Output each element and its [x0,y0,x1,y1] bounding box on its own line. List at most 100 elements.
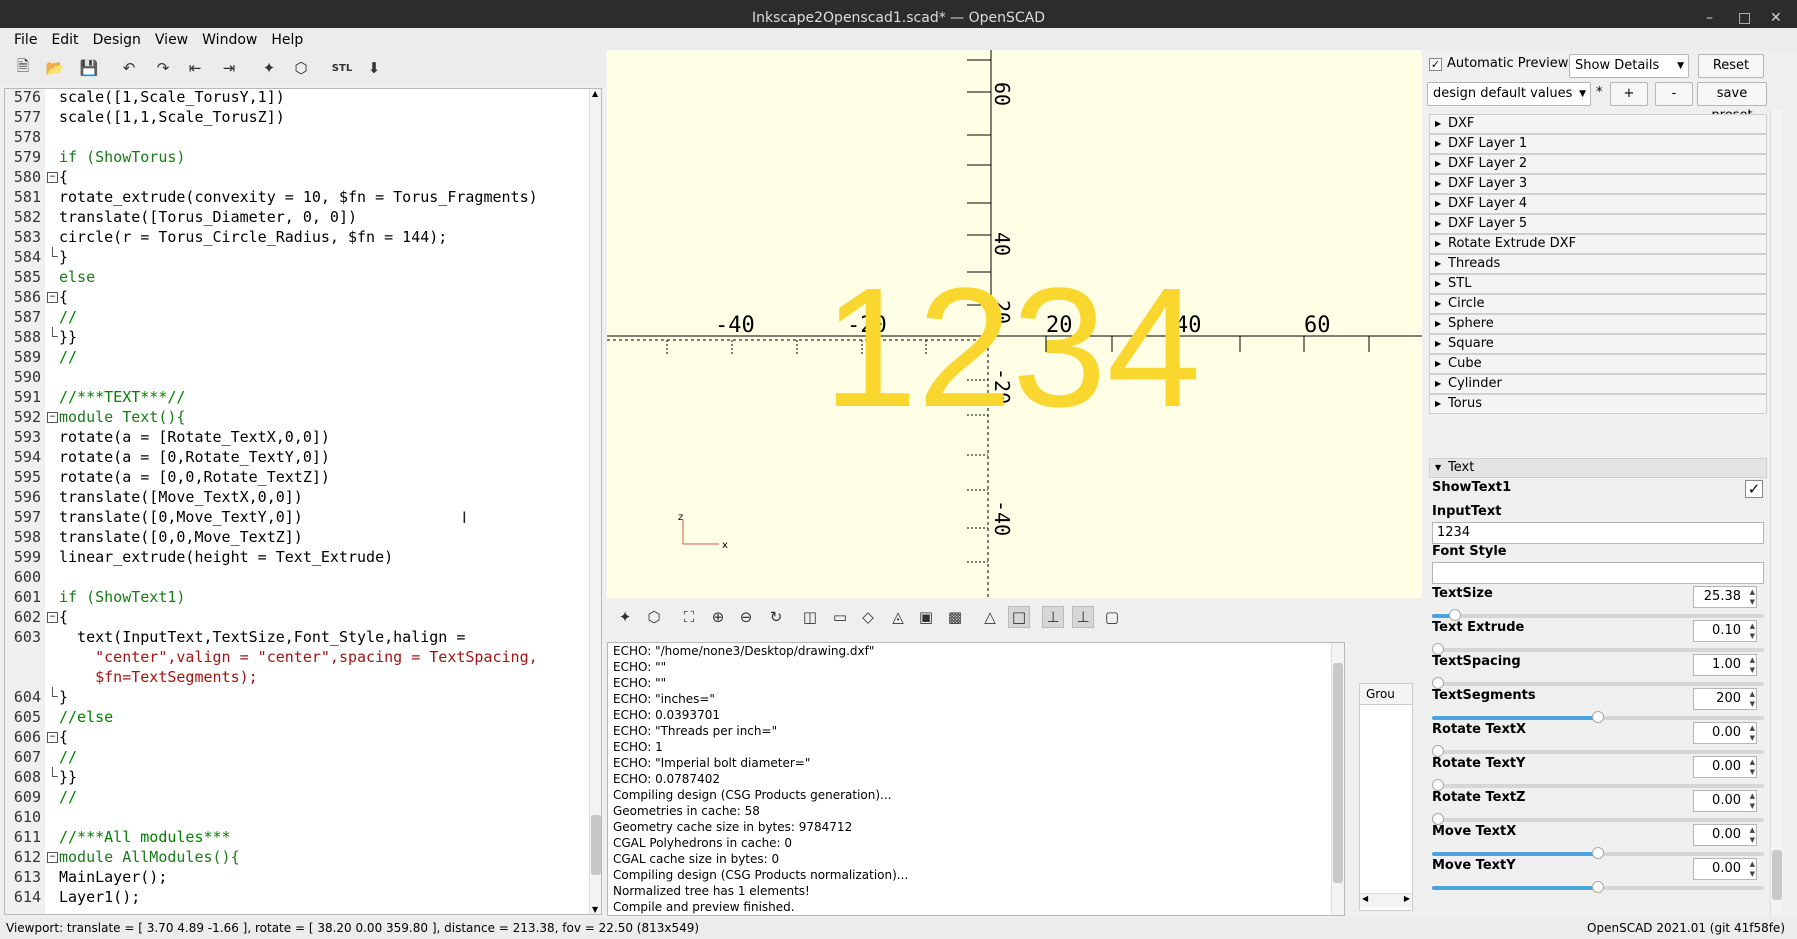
code-editor[interactable]: 576 scale([1,Scale_TorusY,1]) 577 scale([1,… [4,88,602,915]
font-style-field[interactable] [1432,562,1764,584]
param-slider[interactable] [1432,881,1764,893]
code-line[interactable]: 614 Layer1(); [5,887,580,907]
code-line[interactable]: 593 rotate(a = [Rotate_TextX,0,0]) [5,427,580,447]
param-spinbox[interactable]: 0.00 ▲ ▼ [1693,824,1757,846]
reset-view-icon[interactable]: ↻ [765,606,787,628]
group-text[interactable]: ▼ Text [1429,458,1767,478]
view-front-icon[interactable]: ▣ [915,606,937,628]
view-back-icon[interactable]: ▩ [944,606,966,628]
param-spinbox[interactable]: 200 ▲ ▼ [1693,688,1757,710]
show-details-select[interactable]: Show Details ▼ [1569,54,1689,78]
group-dxf-layer-2[interactable]: ▶ DXF Layer 2 [1429,154,1767,174]
param-slider[interactable] [1432,643,1764,655]
show-axes-icon[interactable]: ⊥ [1042,606,1064,628]
customizer-scrollbar[interactable] [1770,110,1783,916]
slider-handle[interactable] [1592,711,1604,723]
view-right-icon[interactable]: ◫ [799,606,821,628]
code-line[interactable]: 577 scale([1,1,Scale_TorusZ]) [5,107,580,127]
code-line[interactable]: 611 //***All modules*** [5,827,580,847]
spin-arrows-icon[interactable]: ▲ ▼ [1750,723,1755,743]
spin-arrows-icon[interactable]: ▲ ▼ [1750,825,1755,845]
code-line[interactable]: 612− module AllModules(){ [5,847,580,867]
code-line[interactable]: 587 // [5,307,580,327]
param-spinbox[interactable]: 1.00 ▲ ▼ [1693,654,1757,676]
group-cube[interactable]: ▶ Cube [1429,354,1767,374]
group-torus[interactable]: ▶ Torus [1429,394,1767,414]
console-scrollbar[interactable] [1331,643,1344,915]
param-spinbox[interactable]: 0.00 ▲ ▼ [1693,790,1757,812]
code-line[interactable]: 578 [5,127,580,147]
code-line[interactable]: 602−{ [5,607,580,627]
scroll-up-icon[interactable]: ▲ [592,89,598,98]
perspective-icon[interactable]: △ [979,606,1001,628]
code-line[interactable]: 599 linear_extrude(height = Text_Extrude) [5,547,580,567]
param-slider[interactable] [1432,745,1764,757]
spin-arrows-icon[interactable]: ▲ ▼ [1750,655,1755,675]
group-dxf[interactable]: ▶ DXF [1429,114,1767,134]
group-rotate-extrude-dxf[interactable]: ▶ Rotate Extrude DXF [1429,234,1767,254]
zoom-in-icon[interactable]: ⊕ [707,606,729,628]
param-slider[interactable] [1432,609,1764,621]
send-to-print-icon[interactable]: ⬇ [362,56,386,80]
view-bottom-icon[interactable]: ◇ [857,606,879,628]
view-top-icon[interactable]: ▭ [829,606,851,628]
code-line[interactable]: 613 MainLayer(); [5,867,580,887]
code-line[interactable]: 600 [5,567,580,587]
view-left-icon[interactable]: ◬ [887,606,909,628]
unindent-icon[interactable]: ⇤ [183,56,207,80]
save-icon[interactable]: 💾 [77,56,101,80]
code-line[interactable]: 597 translate([0,Move_TextY,0]) [5,507,580,527]
group-stl[interactable]: ▶ STL [1429,274,1767,294]
group-panel-scrollbar[interactable]: ◀ ▶ [1360,893,1412,907]
save-preset-button[interactable]: save preset [1697,82,1767,123]
fold-toggle-icon[interactable]: − [47,612,58,623]
fold-toggle-icon[interactable]: − [47,852,58,863]
param-spinbox[interactable]: 0.00 ▲ ▼ [1693,756,1757,778]
code-line[interactable]: $fn=TextSegments); [5,667,580,687]
code-line[interactable]: 596 translate([Move_TextX,0,0]) [5,487,580,507]
open-file-icon[interactable]: 📂 [43,56,67,80]
group-circle[interactable]: ▶ Circle [1429,294,1767,314]
spin-arrows-icon[interactable]: ▲ ▼ [1750,587,1755,607]
param-slider[interactable] [1432,847,1764,859]
group-panel-header[interactable]: Grou [1359,683,1413,705]
menu-view[interactable]: View [155,28,188,52]
render-icon[interactable]: ⬡ [289,56,313,80]
code-line[interactable]: 590 [5,367,580,387]
new-file-icon[interactable]: 🗎 [11,56,35,80]
customizer-scroll-thumb[interactable] [1772,850,1782,900]
code-line[interactable]: 592− module Text(){ [5,407,580,427]
param-spinbox[interactable]: 0.10 ▲ ▼ [1693,620,1757,642]
group-dxf-layer-3[interactable]: ▶ DXF Layer 3 [1429,174,1767,194]
zoom-out-icon[interactable]: ⊖ [735,606,757,628]
scroll-down-icon[interactable]: ▼ [592,905,598,914]
fold-toggle-icon[interactable]: − [47,172,58,183]
show-scale-markers-icon[interactable]: ⊥ [1072,606,1094,628]
code-line[interactable]: 598 translate([0,0,Move_TextZ]) [5,527,580,547]
spin-arrows-icon[interactable]: ▲ ▼ [1750,621,1755,641]
code-line[interactable]: 582 translate([Torus_Diameter, 0, 0]) [5,207,580,227]
param-spinbox[interactable]: 0.00 ▲ ▼ [1693,858,1757,880]
menu-design[interactable]: Design [93,28,141,52]
code-line[interactable]: 608}} [5,767,580,787]
preview-icon[interactable]: ✦ [614,606,636,628]
code-line[interactable]: 579 if (ShowTorus) [5,147,580,167]
editor-scrollbar[interactable]: ▲ ▼ [589,89,601,914]
menu-window[interactable]: Window [202,28,257,52]
group-dxf-layer-4[interactable]: ▶ DXF Layer 4 [1429,194,1767,214]
param-spinbox[interactable]: 0.00 ▲ ▼ [1693,722,1757,744]
fold-toggle-icon[interactable]: − [47,412,58,423]
group-square[interactable]: ▶ Square [1429,334,1767,354]
group-dxf-layer-5[interactable]: ▶ DXF Layer 5 [1429,214,1767,234]
3d-viewport[interactable]: -40 -20 20 40 60 60 40 20 -20 -40 1234 z x [607,50,1422,598]
code-line[interactable]: 607 // [5,747,580,767]
preset-select[interactable]: design default values ▼ [1427,82,1591,106]
add-preset-button[interactable]: + [1610,82,1648,106]
menu-help[interactable]: Help [271,28,303,52]
code-line[interactable]: 586−{ [5,287,580,307]
code-line[interactable]: 589 // [5,347,580,367]
orthogonal-icon[interactable]: □ [1008,606,1030,628]
code-line[interactable]: 605 //else [5,707,580,727]
code-line[interactable]: 595 rotate(a = [0,0,Rotate_TextZ]) [5,467,580,487]
code-line[interactable]: 604} [5,687,580,707]
